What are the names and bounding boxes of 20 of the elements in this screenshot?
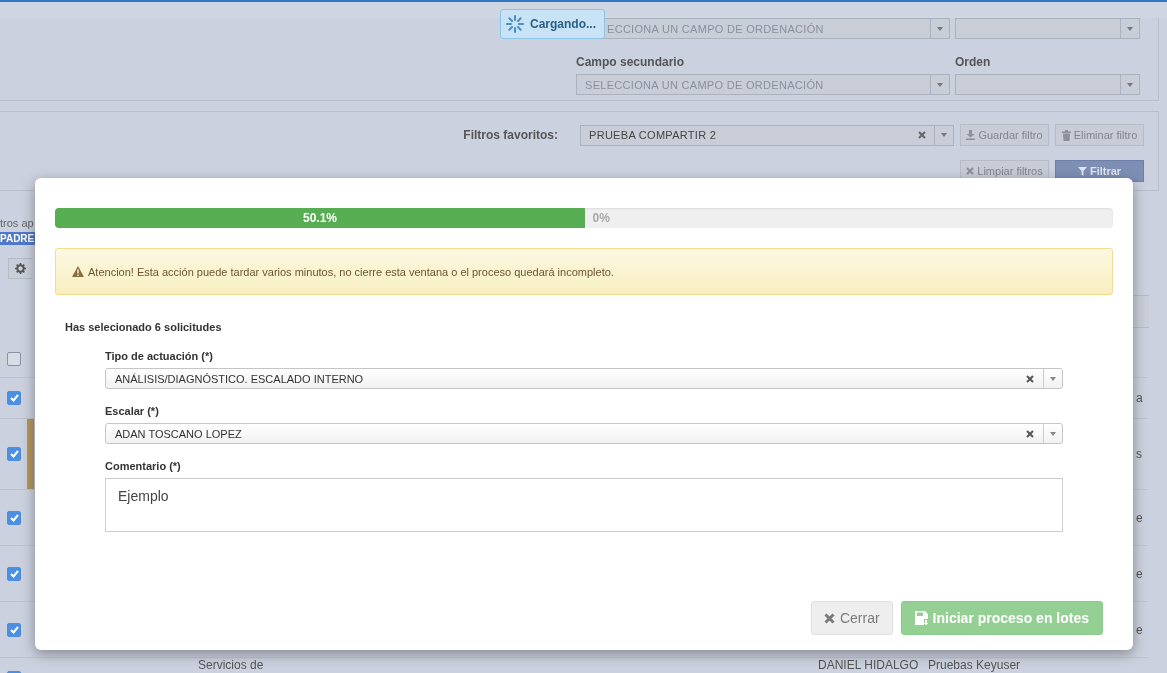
warning-text: Atencion! Esta acción puede tardar varios minutos, no cierre esta ventana o el proceso quedará incompleto. — [88, 265, 614, 278]
progress-remaining-label: 0% — [592, 211, 610, 225]
table-cell: Pruebas Keyuser — [928, 659, 1021, 672]
table-cell: Servicios de — [198, 659, 264, 672]
selection-note: Has selecionado 6 solicitudes — [64, 321, 223, 333]
table-cell: e — [1136, 566, 1143, 581]
progress-label: 50.1% — [303, 211, 338, 225]
table-cell: e — [1136, 622, 1143, 637]
field-label: Orden — [955, 55, 992, 69]
table-cell: e — [1136, 510, 1143, 525]
field-label: Tipo de actuación (*) — [105, 350, 214, 362]
table-cell: s — [1136, 447, 1142, 461]
table-cell: DANIEL HIDALGO — [818, 659, 919, 672]
field-label: Escalar (*) — [105, 405, 160, 417]
field-label: Filtros favoritos: — [463, 128, 558, 142]
field-label: Campo secundario — [576, 55, 686, 69]
applied-filters-text: tros ap — [0, 217, 34, 229]
filter-tag: PADRE — [0, 232, 37, 245]
table-cell: a — [1136, 391, 1143, 405]
field-label: Comentario (*) — [105, 460, 182, 472]
